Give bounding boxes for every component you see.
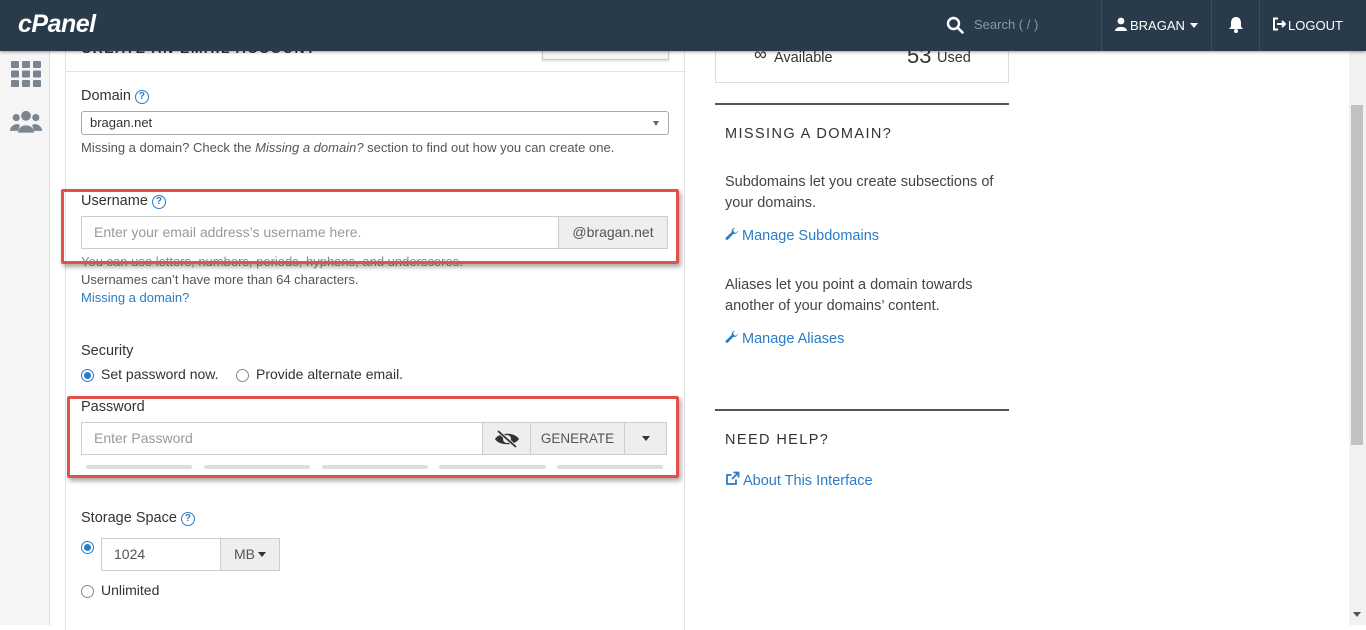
set-password-radio[interactable]: [81, 369, 94, 382]
section-divider: [715, 103, 1009, 105]
missing-domain-heading: MISSING A DOMAIN?: [725, 126, 893, 142]
domain-label-text: Domain: [81, 88, 131, 104]
domain-label: Domain?: [81, 88, 149, 104]
aliases-description: Aliases let you point a domain towards a…: [725, 277, 973, 314]
username-hint-length: Usernames can’t have more than 64 charac…: [81, 272, 359, 287]
used-label: Used: [937, 50, 971, 66]
subdomains-description: Subdomains let you create subsections of…: [725, 174, 994, 211]
domain-select-value: bragan.net: [90, 115, 153, 130]
search-icon[interactable]: [946, 16, 964, 34]
available-label: Available: [774, 50, 833, 66]
help-icon[interactable]: ?: [180, 512, 195, 526]
section-divider: [715, 409, 1009, 411]
user-menu[interactable]: BRAGAN: [1130, 18, 1185, 33]
domain-hint-em: Missing a domain?: [255, 140, 364, 155]
password-strength-segment: [439, 465, 546, 469]
bell-icon[interactable]: [1228, 16, 1244, 33]
search-input[interactable]: Search ( / ): [974, 17, 1038, 32]
domain-hint: Missing a domain? Check the Missing a do…: [81, 140, 614, 155]
password-strength-segment: [204, 465, 310, 469]
grid-icon[interactable]: [10, 60, 42, 88]
logout-icon[interactable]: [1272, 17, 1286, 31]
storage-label: Storage Space?: [81, 510, 195, 526]
caret-down-icon: [641, 436, 650, 441]
storage-label-text: Storage Space: [81, 510, 177, 526]
security-label: Security: [81, 343, 134, 359]
storage-limit-radio[interactable]: [81, 541, 94, 554]
divider: [1259, 0, 1260, 51]
alternate-email-radio[interactable]: [236, 369, 249, 382]
username-input[interactable]: Enter your email address’s username here…: [81, 216, 559, 249]
top-navbar: cPanel Search ( / ) BRAGAN LOGOUT: [0, 0, 1366, 51]
logout-button[interactable]: LOGOUT: [1288, 18, 1343, 33]
chevron-down-icon[interactable]: [1190, 23, 1198, 28]
need-help-heading: NEED HELP?: [725, 432, 830, 448]
divider: [1101, 0, 1102, 51]
help-icon[interactable]: ?: [151, 195, 166, 209]
divider: [1211, 0, 1212, 51]
about-interface-link[interactable]: About This Interface: [725, 471, 873, 489]
wrench-icon: [725, 330, 738, 343]
storage-unit-label: MB: [234, 546, 255, 562]
manage-subdomains-label: Manage Subdomains: [742, 228, 880, 244]
storage-unlimited-label: Unlimited: [101, 582, 160, 598]
caret-down-icon: [258, 552, 266, 557]
generate-button[interactable]: GENERATE: [530, 422, 625, 455]
external-link-icon: [726, 471, 740, 485]
set-password-label: Set password now.: [101, 366, 219, 382]
username-label: Username?: [81, 193, 166, 209]
eye-slash-icon: [494, 429, 519, 449]
domain-hint-pre: Missing a domain? Check the: [81, 140, 256, 155]
domain-select[interactable]: bragan.net: [81, 111, 669, 135]
scrollbar-thumb[interactable]: [1351, 105, 1363, 445]
manage-aliases-link[interactable]: Manage Aliases: [725, 330, 844, 347]
password-strength-segment: [86, 465, 192, 469]
storage-unit-select[interactable]: MB: [220, 538, 280, 571]
manage-subdomains-link[interactable]: Manage Subdomains: [725, 227, 879, 244]
cpanel-logo[interactable]: cPanel: [18, 10, 96, 39]
username-label-text: Username: [81, 193, 148, 209]
domain-hint-post: section to find out how you can create o…: [363, 140, 615, 155]
storage-unlimited-radio[interactable]: [81, 585, 94, 598]
manage-aliases-label: Manage Aliases: [742, 331, 845, 347]
password-strength-segment: [322, 465, 428, 469]
scroll-down-arrow-icon[interactable]: [1353, 612, 1361, 617]
users-icon[interactable]: [10, 108, 42, 136]
storage-quota-input[interactable]: 1024: [101, 538, 221, 571]
help-icon[interactable]: ?: [134, 90, 149, 104]
left-sidebar: [0, 51, 50, 625]
generate-options-button[interactable]: [624, 422, 667, 455]
wrench-icon: [725, 227, 738, 240]
password-strength-segment: [557, 465, 663, 469]
password-input[interactable]: Enter Password: [81, 422, 483, 455]
password-label: Password: [81, 399, 145, 415]
username-domain-addon: @bragan.net: [558, 216, 668, 249]
chevron-down-icon: [653, 121, 659, 126]
toggle-visibility-button[interactable]: [482, 422, 531, 455]
user-icon: [1115, 17, 1127, 31]
about-interface-label: About This Interface: [743, 473, 873, 489]
missing-domain-link[interactable]: Missing a domain?: [81, 290, 189, 305]
username-hint-chars: You can use letters, numbers, periods, h…: [81, 254, 463, 269]
alternate-email-label: Provide alternate email.: [256, 366, 404, 382]
